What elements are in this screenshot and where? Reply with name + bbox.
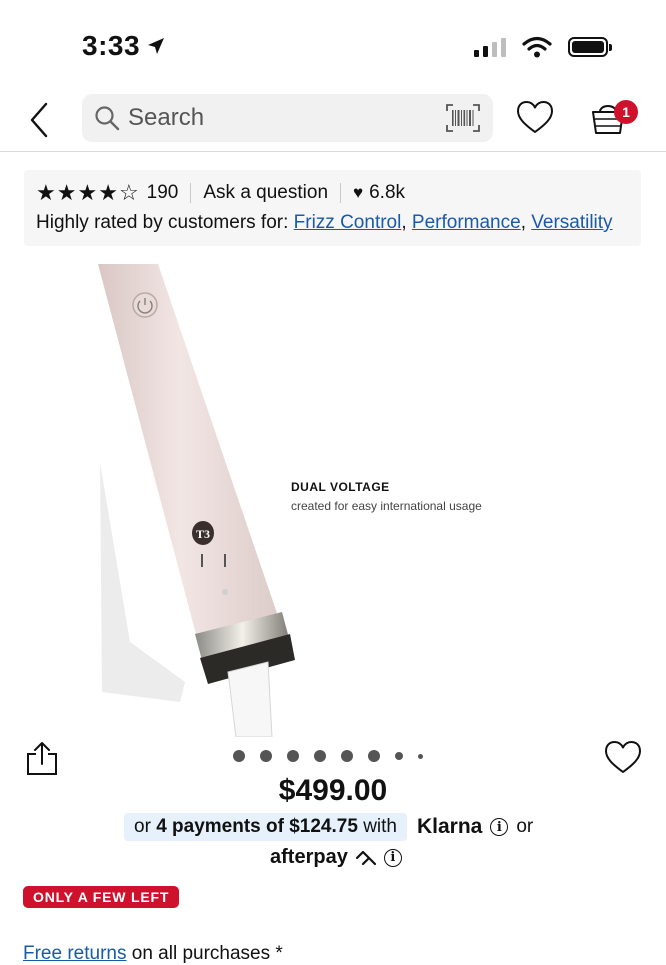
or-text: or xyxy=(516,816,534,837)
afterpay-logo: afterpay xyxy=(270,846,348,868)
cellular-signal-icon xyxy=(474,37,506,57)
product-image[interactable]: T3 xyxy=(90,262,320,737)
brand-mark: T3 xyxy=(192,521,214,545)
status-time: 3:33 xyxy=(82,30,166,62)
share-icon xyxy=(27,742,57,775)
feature-callout-subtitle: created for easy international usage xyxy=(291,499,482,513)
battery-icon xyxy=(568,37,612,57)
back-button[interactable] xyxy=(26,100,56,140)
carousel-dot[interactable] xyxy=(260,750,272,762)
carousel-dot[interactable] xyxy=(233,750,245,762)
ask-question-link[interactable]: Ask a question xyxy=(203,182,328,204)
carousel-dot[interactable] xyxy=(368,750,380,762)
heart-icon xyxy=(605,741,641,773)
svg-text:T3: T3 xyxy=(196,527,210,541)
highlight-link-frizz-control[interactable]: Frizz Control xyxy=(294,212,402,234)
carousel-dot[interactable] xyxy=(341,750,353,762)
klarna-financing-row: or 4 payments of $124.75 with Klarna i o… xyxy=(124,813,533,841)
loves-heart-icon: ♥ xyxy=(353,183,364,202)
search-placeholder: Search xyxy=(128,104,205,131)
search-icon xyxy=(95,106,120,131)
free-returns-link[interactable]: Free returns xyxy=(23,943,126,964)
info-icon[interactable]: i xyxy=(383,848,402,867)
heart-icon xyxy=(517,101,553,133)
search-input[interactable]: Search xyxy=(82,94,493,142)
info-icon[interactable]: i xyxy=(490,818,509,836)
wishlist-button[interactable] xyxy=(516,100,554,141)
returns-line: Free returns on all purchases * xyxy=(23,943,283,965)
low-stock-badge: ONLY A FEW LEFT xyxy=(23,886,180,908)
klarna-installment-pill[interactable]: or 4 payments of $124.75 with xyxy=(124,813,407,841)
klarna-logo: Klarna xyxy=(416,815,483,838)
chevron-left-icon xyxy=(30,102,48,138)
status-icons xyxy=(474,36,612,58)
star-full-icon: ★ xyxy=(98,180,118,205)
afterpay-row: afterpay i xyxy=(270,846,402,869)
carousel-dot[interactable] xyxy=(418,753,423,759)
klarna-with: with xyxy=(363,816,397,837)
loves-count: 6.8k xyxy=(369,182,406,203)
highly-rated-line: Highly rated by customers for: Frizz Con… xyxy=(36,212,613,234)
carousel-dots[interactable] xyxy=(233,750,423,762)
star-full-icon: ★ xyxy=(56,180,77,205)
location-arrow-icon xyxy=(148,38,165,54)
star-full-icon: ★ xyxy=(77,180,98,205)
afterpay-arrows-icon xyxy=(355,850,376,865)
carousel-dot[interactable] xyxy=(287,750,299,762)
highlight-link-performance[interactable]: Performance xyxy=(412,212,521,234)
wifi-icon xyxy=(522,36,552,58)
separator xyxy=(340,183,342,203)
feature-callout-title: DUAL VOLTAGE xyxy=(291,480,390,494)
star-full-icon: ★ xyxy=(36,180,56,205)
header-divider xyxy=(0,151,666,152)
product-price: $499.00 xyxy=(278,774,388,807)
klarna-payments: 4 payments of $124.75 xyxy=(156,816,358,837)
highlight-link-versatility[interactable]: Versatility xyxy=(531,212,612,234)
basket-count-badge: 1 xyxy=(614,100,638,124)
separator xyxy=(190,183,192,203)
barcode-scan-icon[interactable] xyxy=(445,103,481,133)
time-label: 3:33 xyxy=(82,30,141,61)
star-half-icon: ☆ xyxy=(118,180,139,205)
returns-rest-text: on all purchases * xyxy=(131,943,283,964)
highly-rated-prefix: Highly rated by customers for: xyxy=(36,212,289,233)
carousel-dot[interactable] xyxy=(314,750,326,762)
carousel-dot[interactable] xyxy=(395,752,403,760)
klarna-prefix: or xyxy=(134,816,151,837)
star-rating[interactable]: ★ ★ ★ ★ ☆ xyxy=(36,180,139,206)
review-count[interactable]: 190 xyxy=(147,182,179,204)
rating-line: ★ ★ ★ ★ ☆ 190 Ask a question ♥ 6.8k xyxy=(36,180,405,206)
